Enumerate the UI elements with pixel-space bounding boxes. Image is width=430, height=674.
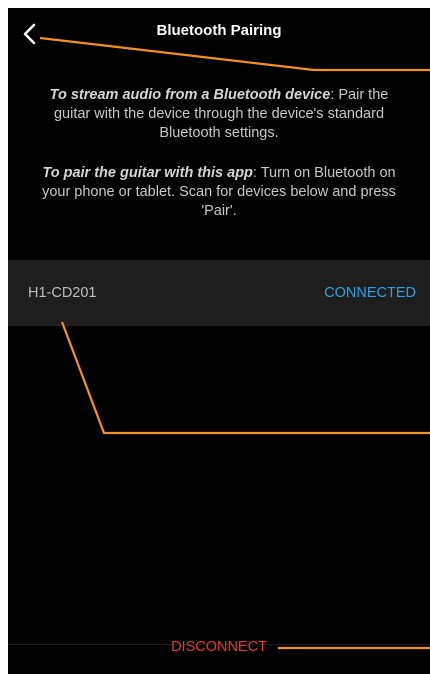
page-title: Bluetooth Pairing (156, 22, 282, 39)
device-name: H1-CD201 (28, 285, 97, 301)
header-bar: Bluetooth Pairing (8, 8, 430, 60)
pair-heading: To pair the guitar with this app (42, 165, 253, 181)
bluetooth-pairing-screen: Bluetooth Pairing To stream audio from a… (8, 8, 430, 674)
annotated-screenshot: Bluetooth Pairing To stream audio from a… (0, 0, 430, 674)
device-status: CONNECTED (324, 285, 416, 301)
device-list-item[interactable]: H1-CD201 CONNECTED (8, 260, 430, 326)
stream-heading: To stream audio from a Bluetooth device (49, 87, 331, 103)
stream-instructions: To stream audio from a Bluetooth device:… (38, 86, 400, 143)
pair-instructions: To pair the guitar with this app: Turn o… (38, 164, 400, 221)
disconnect-button[interactable]: DISCONNECT (8, 639, 430, 655)
